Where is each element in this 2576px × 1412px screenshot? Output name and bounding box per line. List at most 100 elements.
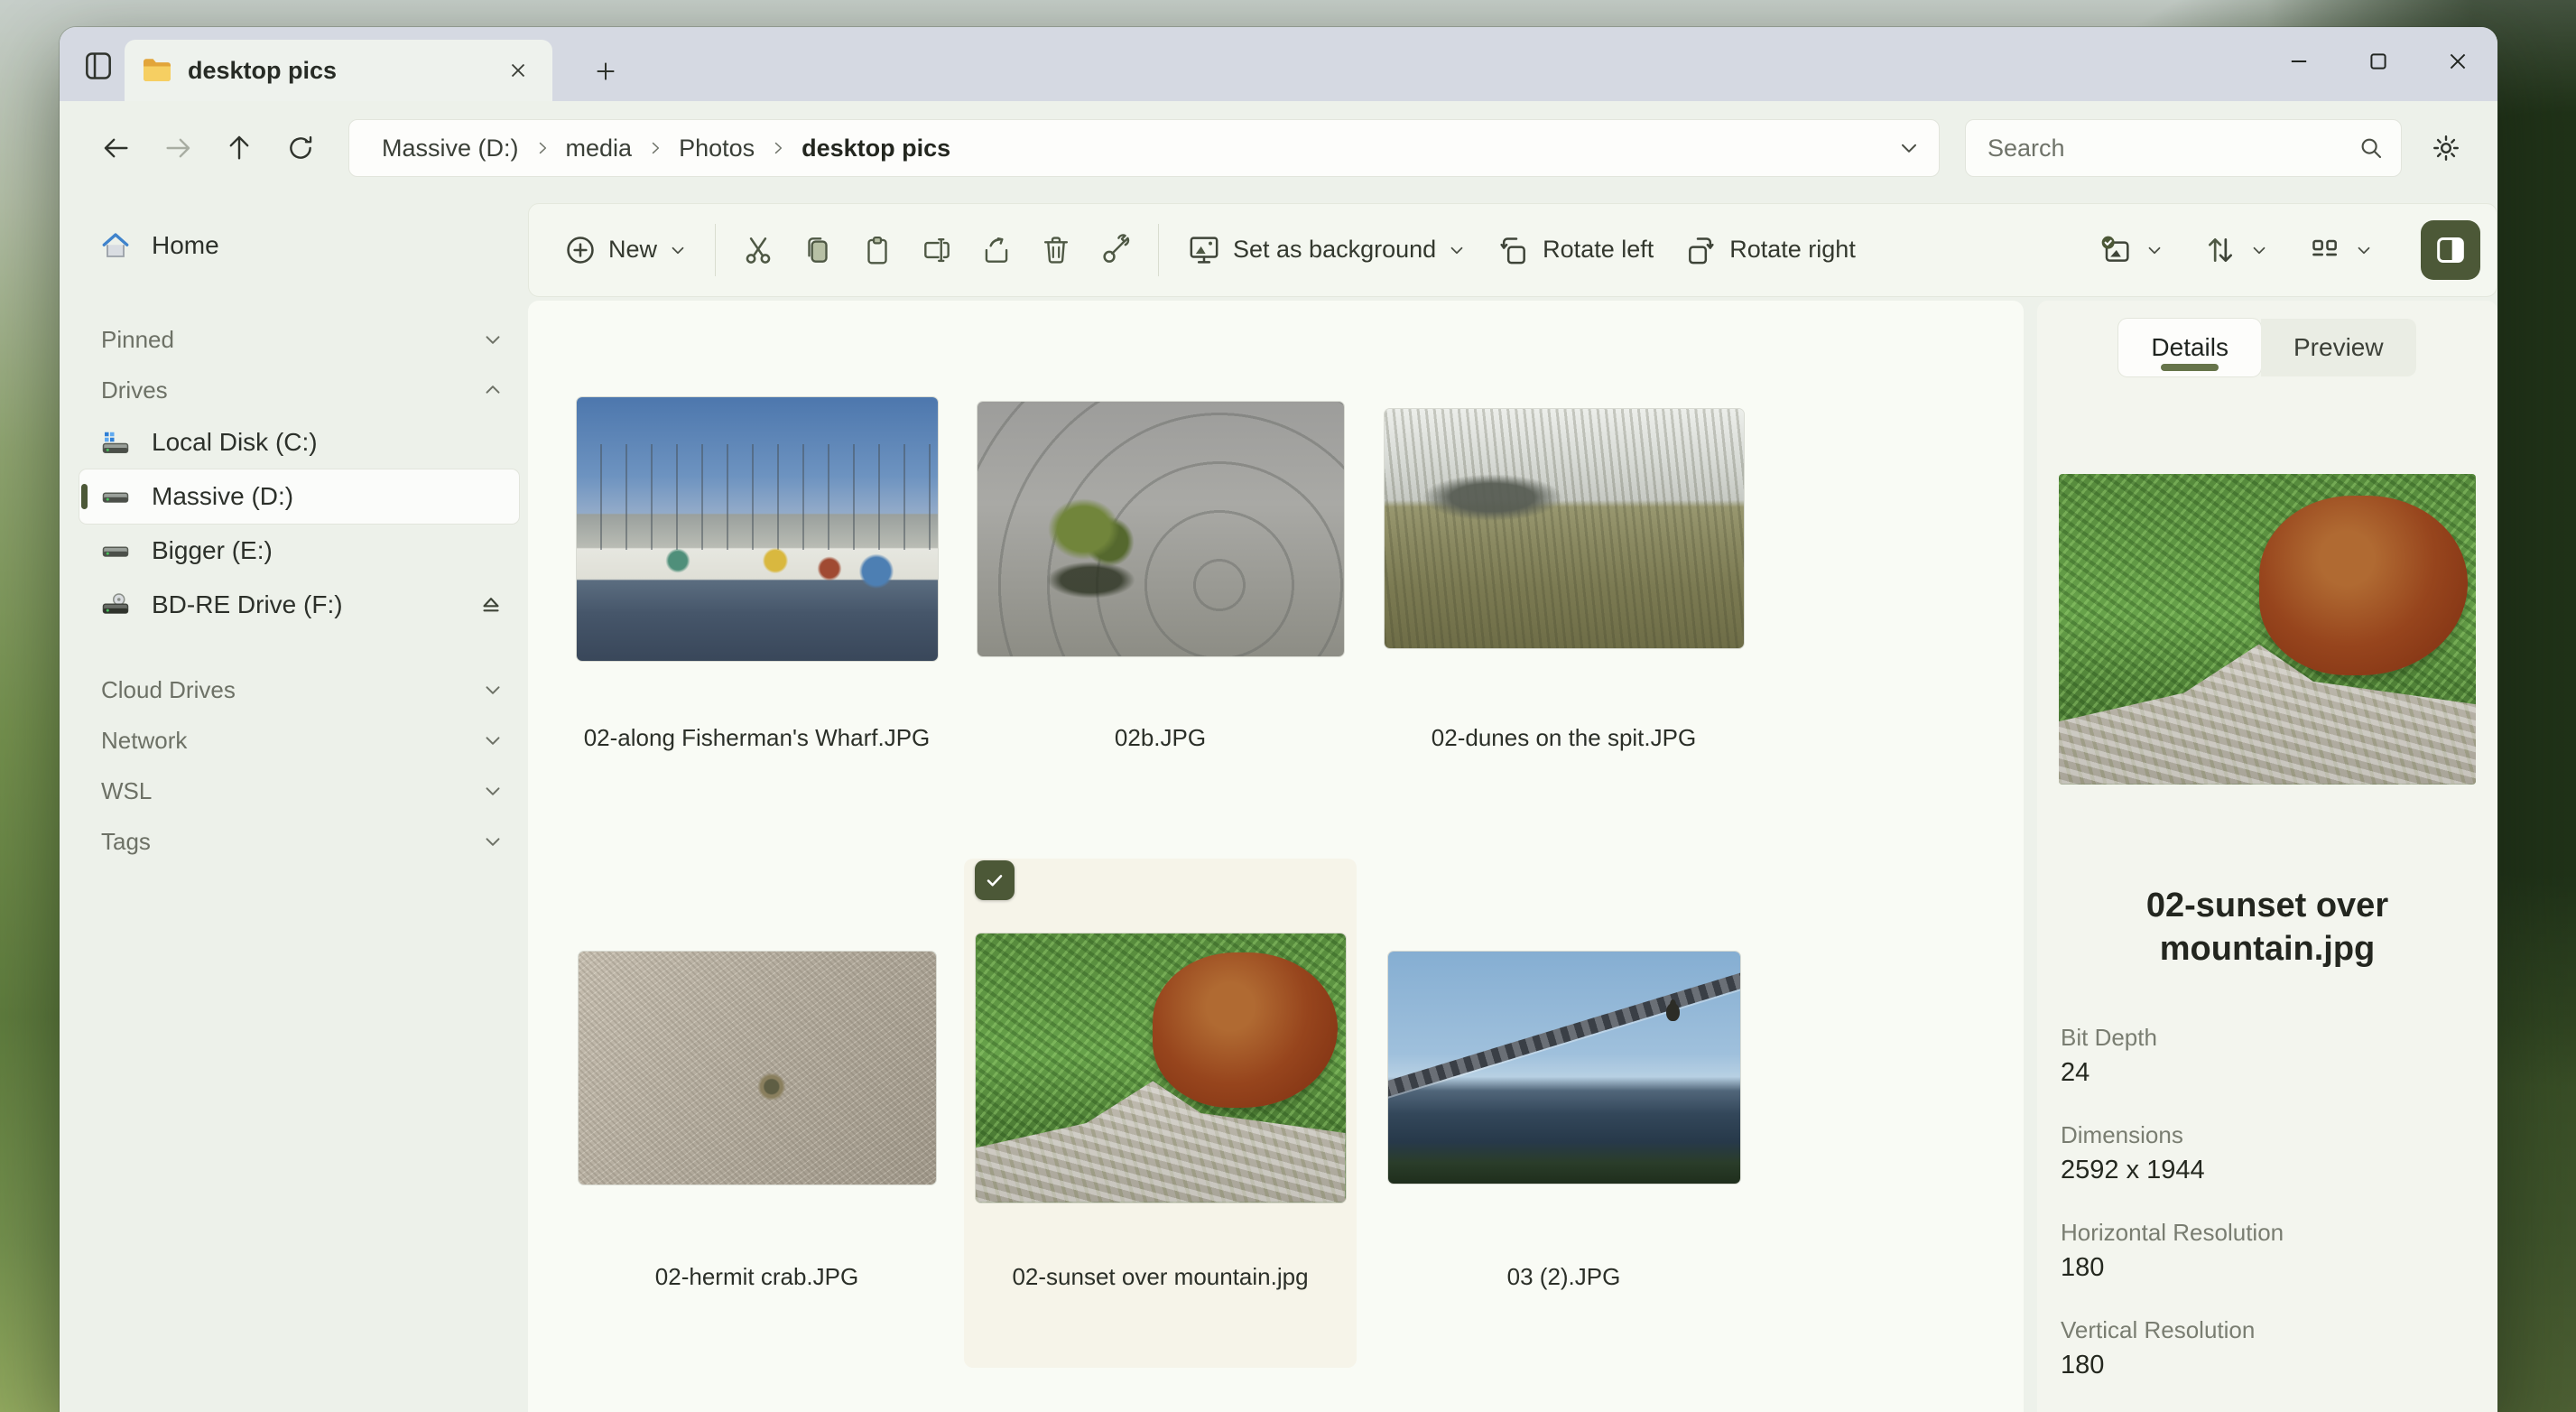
select-options-button[interactable] <box>2083 218 2179 283</box>
thumbnail-image[interactable] <box>579 952 936 1184</box>
tab-desktop-pics[interactable]: desktop pics <box>125 40 552 101</box>
property-label: Bit Depth <box>2061 1022 2479 1053</box>
breadcrumb-item-current[interactable]: desktop pics <box>792 131 959 166</box>
file-name: 02-hermit crab.JPG <box>655 1263 858 1291</box>
rotate-right-button[interactable]: Rotate right <box>1668 218 1870 283</box>
cut-icon <box>741 233 775 267</box>
paste-button[interactable] <box>848 218 907 283</box>
thumbnail-image[interactable] <box>1385 409 1744 648</box>
up-button[interactable] <box>213 122 265 174</box>
settings-button[interactable] <box>2420 122 2472 174</box>
new-button[interactable]: New <box>549 218 702 283</box>
delete-button[interactable] <box>1026 218 1086 283</box>
check-icon <box>982 868 1007 893</box>
details-pane-toggle-button[interactable] <box>2421 220 2480 280</box>
breadcrumb-item-drive[interactable]: Massive (D:) <box>373 131 528 166</box>
chevron-right-icon <box>532 139 553 157</box>
close-icon <box>2445 49 2470 74</box>
tab-close-button[interactable] <box>500 52 536 88</box>
chevron-down-icon <box>2249 240 2269 260</box>
breadcrumb-item-photos[interactable]: Photos <box>670 131 764 166</box>
property-value: 24 <box>2061 1053 2479 1092</box>
sidebar: Home Pinned Drives <box>60 195 528 1412</box>
minimize-button[interactable] <box>2259 27 2339 96</box>
navigation-bar: Massive (D:) media Photos desktop pics <box>60 101 2497 195</box>
file-tile-02b[interactable]: 02b.JPG <box>964 320 1357 829</box>
thumbnail-image[interactable] <box>976 934 1346 1203</box>
file-tile-hermit-crab[interactable]: 02-hermit crab.JPG <box>561 859 953 1368</box>
refresh-icon <box>285 133 316 163</box>
back-button[interactable] <box>90 122 143 174</box>
sidebar-section-drives[interactable]: Drives <box>79 365 519 415</box>
file-tile-03-2[interactable]: 03 (2).JPG <box>1367 859 1760 1368</box>
window-controls <box>2259 27 2497 96</box>
thumbnail-image[interactable] <box>1388 952 1740 1184</box>
close-window-button[interactable] <box>2418 27 2497 96</box>
maximize-button[interactable] <box>2339 27 2418 96</box>
sidebar-item-local-disk-c[interactable]: Local Disk (C:) <box>79 415 519 469</box>
optical-drive-icon <box>99 589 132 621</box>
eject-icon[interactable] <box>477 591 505 618</box>
chevron-down-icon <box>481 678 505 701</box>
chevron-down-icon <box>481 779 505 803</box>
tab-preview[interactable]: Preview <box>2261 319 2416 376</box>
thumbnail-image[interactable] <box>978 402 1344 656</box>
thumbnail-image[interactable] <box>577 397 938 661</box>
file-tile-dunes[interactable]: 02-dunes on the spit.JPG <box>1367 320 1760 829</box>
chevron-right-icon <box>767 139 789 157</box>
file-name: 02b.JPG <box>1115 724 1206 752</box>
sidebar-section-pinned[interactable]: Pinned <box>79 314 519 365</box>
tab-list-icon <box>81 49 116 83</box>
chevron-down-icon <box>2145 240 2164 260</box>
command-bar: New <box>528 203 2497 297</box>
sidebar-item-bdre-f[interactable]: BD-RE Drive (F:) <box>79 578 519 632</box>
share-button[interactable] <box>967 218 1026 283</box>
search-icon[interactable] <box>2358 135 2385 162</box>
sidebar-section-cloud-drives[interactable]: Cloud Drives <box>79 664 519 715</box>
chevron-up-icon <box>481 378 505 402</box>
view-button[interactable] <box>2293 218 2388 283</box>
search-input[interactable] <box>1988 135 2358 163</box>
new-label: New <box>608 236 657 264</box>
property-dimensions: Dimensions 2592 x 1944 <box>2061 1119 2479 1190</box>
sidebar-item-home[interactable]: Home <box>79 218 519 273</box>
tab-details[interactable]: Details <box>2118 319 2261 376</box>
system-drive-icon <box>99 426 132 459</box>
sidebar-section-network[interactable]: Network <box>79 715 519 766</box>
forward-button[interactable] <box>152 122 204 174</box>
rotate-left-button[interactable]: Rotate left <box>1481 218 1668 283</box>
drive-icon <box>99 480 132 513</box>
address-dropdown-button[interactable] <box>1897 136 1921 160</box>
file-tile-sunset-mountain-selected[interactable]: 02-sunset over mountain.jpg <box>964 859 1357 1368</box>
file-tile-wharf[interactable]: 02-along Fisherman's Wharf.JPG <box>561 320 953 829</box>
titlebar: desktop pics <box>60 27 2497 101</box>
selection-checkbox[interactable] <box>975 860 1015 900</box>
minimize-icon <box>2286 49 2312 74</box>
sidebar-section-tags[interactable]: Tags <box>79 816 519 867</box>
rename-button[interactable] <box>907 218 967 283</box>
copy-button[interactable] <box>788 218 848 283</box>
details-preview-tabs: Details Preview <box>2118 319 2415 376</box>
breadcrumb-item-media[interactable]: media <box>557 131 642 166</box>
trash-icon <box>1039 233 1073 267</box>
new-tab-button[interactable] <box>583 49 628 94</box>
address-bar[interactable]: Massive (D:) media Photos desktop pics <box>348 119 1940 177</box>
tools-button[interactable] <box>1086 218 1145 283</box>
close-icon <box>506 59 530 82</box>
chevron-down-icon <box>481 328 505 351</box>
set-as-background-button[interactable]: Set as background <box>1172 218 1481 283</box>
forward-arrow-icon <box>162 133 193 163</box>
sidebar-section-wsl[interactable]: WSL <box>79 766 519 816</box>
sidebar-item-massive-d[interactable]: Massive (D:) <box>79 469 519 524</box>
sidebar-item-bigger-e[interactable]: Bigger (E:) <box>79 524 519 578</box>
property-value: 180 <box>2061 1345 2479 1385</box>
section-label: Tags <box>101 828 481 856</box>
tab-list-button[interactable] <box>74 42 123 90</box>
cut-button[interactable] <box>728 218 788 283</box>
drive-icon <box>99 534 132 567</box>
view-controls <box>2083 218 2480 283</box>
sort-button[interactable] <box>2188 218 2284 283</box>
file-name: 02-along Fisherman's Wharf.JPG <box>584 724 931 752</box>
wrench-icon <box>1098 233 1133 267</box>
refresh-button[interactable] <box>274 122 327 174</box>
